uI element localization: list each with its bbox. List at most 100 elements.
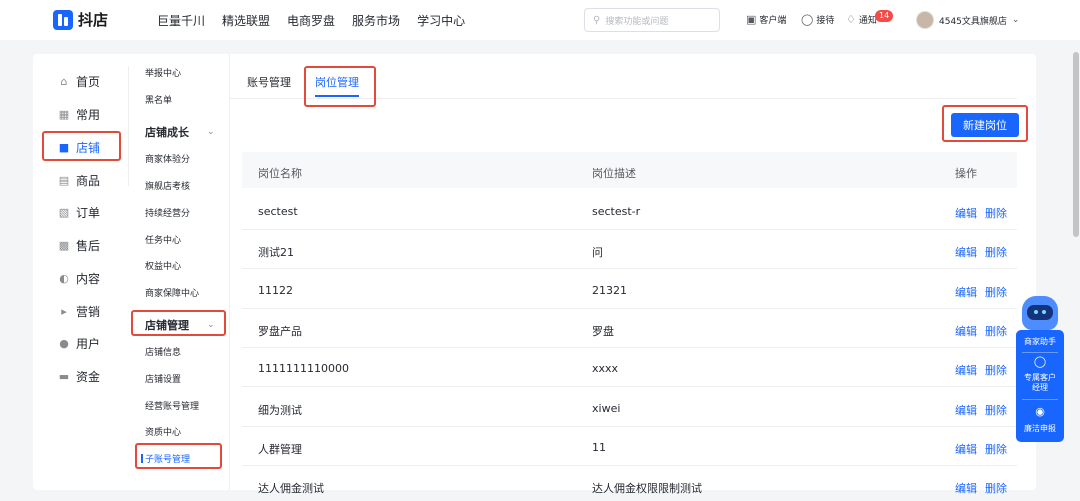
logo[interactable]: 抖店 <box>53 9 108 30</box>
edit-button[interactable]: 编辑 <box>955 323 977 339</box>
avatar <box>916 11 934 29</box>
nav2-item-sub-account[interactable]: 子账号管理 <box>140 452 190 465</box>
nav-item-home[interactable]: ⌂ 首页 <box>58 73 101 90</box>
nav-item-funds[interactable]: ▬ 资金 <box>58 368 100 385</box>
user-icon: ● <box>59 336 69 350</box>
assistant-panel: 商家助手 ◯ 专属客户 经理 ◉ 廉洁申报 <box>1016 330 1064 442</box>
cell-description: xxxx <box>592 362 619 375</box>
goods-icon: ▤ <box>58 173 70 187</box>
wallet-icon: ▬ <box>58 369 70 383</box>
top-nav-item-qianchuan[interactable]: 巨量千川 <box>157 12 205 29</box>
tab-account-management[interactable]: 账号管理 <box>247 74 291 90</box>
nav2-item-blacklist[interactable]: 黑名单 <box>145 93 172 106</box>
logo-text: 抖店 <box>78 11 109 29</box>
edit-button[interactable]: 编辑 <box>955 284 977 300</box>
delete-button[interactable]: 删除 <box>985 323 1007 339</box>
table-row <box>242 427 1017 466</box>
account-manager-line1[interactable]: 专属客户 <box>1016 373 1064 383</box>
edit-button[interactable]: 编辑 <box>955 362 977 378</box>
tab-bar: 账号管理 岗位管理 <box>247 74 359 97</box>
nav-item-marketing[interactable]: ▸ 营销 <box>58 303 100 320</box>
integrity-report-button[interactable]: 廉洁申报 <box>1016 424 1064 434</box>
nav2-group-store-management[interactable]: 店铺管理 ⌄ <box>145 317 215 333</box>
nav2-item-flagship-review[interactable]: 旗舰店考核 <box>145 179 190 192</box>
edit-button[interactable]: 编辑 <box>955 480 977 496</box>
nav-item-common[interactable]: ▦ 常用 <box>58 106 100 123</box>
top-nav-item-market[interactable]: 服务市场 <box>352 12 400 29</box>
nav2-group-label: 店铺成长 <box>145 126 189 139</box>
logo-icon <box>53 9 73 30</box>
nav-item-label: 商品 <box>76 174 101 188</box>
delete-button[interactable]: 删除 <box>985 244 1007 260</box>
nav-item-label: 用户 <box>76 337 101 351</box>
client-button[interactable]: ▣ 客户端 <box>746 13 786 26</box>
chevron-down-icon: ⌄ <box>207 320 215 330</box>
cell-name: 人群管理 <box>258 443 302 456</box>
account-manager-line2[interactable]: 经理 <box>1016 383 1064 393</box>
cell-description: 11 <box>592 441 606 454</box>
notice-button[interactable]: ♢ 通知 <box>846 13 877 26</box>
delete-button[interactable]: 删除 <box>985 441 1007 457</box>
cell-name: 1111111110000 <box>258 362 349 375</box>
cell-description: 达人佣金权限限制测试 <box>592 482 702 495</box>
cell-description: 问 <box>592 246 603 259</box>
nav-item-store[interactable]: ■ 店铺 <box>58 139 100 156</box>
nav-item-orders[interactable]: ▧ 订单 <box>58 204 100 221</box>
nav2-group-label: 店铺管理 <box>145 319 189 332</box>
scrollbar[interactable] <box>1073 52 1079 237</box>
cell-description: xiwei <box>592 402 621 415</box>
cell-name: 11122 <box>258 284 293 297</box>
tab-position-management[interactable]: 岗位管理 <box>315 74 359 97</box>
nav-item-label: 售后 <box>76 239 101 253</box>
top-nav-item-compass[interactable]: 电商罗盘 <box>287 12 335 29</box>
merchant-helper-button[interactable]: 商家助手 <box>1016 337 1064 347</box>
nav2-item-task-center[interactable]: 任务中心 <box>145 233 181 246</box>
nav2-item-benefits-center[interactable]: 权益中心 <box>145 259 181 272</box>
client-label: 客户端 <box>759 16 787 26</box>
top-nav-item-alliance[interactable]: 精选联盟 <box>222 12 270 29</box>
delete-button[interactable]: 删除 <box>985 205 1007 221</box>
nav-divider <box>128 66 129 186</box>
store-switcher[interactable]: 4545文具旗舰店 ⌄ <box>916 11 1019 29</box>
edit-button[interactable]: 编辑 <box>955 402 977 418</box>
delete-button[interactable]: 删除 <box>985 362 1007 378</box>
nav2-item-experience-score[interactable]: 商家体验分 <box>145 152 190 165</box>
nav-item-users[interactable]: ● 用户 <box>58 335 100 352</box>
nav2-item-qualification-center[interactable]: 资质中心 <box>145 425 181 438</box>
nav2-item-report-center[interactable]: 举报中心 <box>145 66 181 79</box>
edit-button[interactable]: 编辑 <box>955 441 977 457</box>
delete-button[interactable]: 删除 <box>985 402 1007 418</box>
nav2-item-account-management[interactable]: 经营账号管理 <box>145 399 199 412</box>
nav-item-label: 资金 <box>76 370 101 384</box>
edit-button[interactable]: 编辑 <box>955 205 977 221</box>
nav-item-label: 首页 <box>76 75 101 89</box>
headset-icon: ◯ <box>1033 355 1047 368</box>
nav-item-goods[interactable]: ▤ 商品 <box>58 172 100 189</box>
shield-icon: ◉ <box>1035 405 1045 418</box>
nav2-item-store-settings[interactable]: 店铺设置 <box>145 372 181 385</box>
nav2-item-guarantee-center[interactable]: 商家保障中心 <box>145 286 199 299</box>
cell-name: 细为测试 <box>258 404 302 417</box>
column-header-description: 岗位描述 <box>592 167 636 180</box>
nav2-group-growth[interactable]: 店铺成长 ⌄ <box>145 124 215 140</box>
robot-icon[interactable] <box>1022 296 1058 330</box>
reception-label: 接待 <box>816 16 835 26</box>
edit-button[interactable]: 编辑 <box>955 244 977 260</box>
nav-item-content[interactable]: ◐ 内容 <box>58 270 100 287</box>
nav2-item-operation-score[interactable]: 持续经营分 <box>145 206 190 219</box>
tab-divider <box>230 98 1017 99</box>
delete-button[interactable]: 删除 <box>985 284 1007 300</box>
nav-item-after-sale[interactable]: ▩ 售后 <box>58 237 100 254</box>
table-row <box>242 348 1017 387</box>
top-nav: 巨量千川 精选联盟 电商罗盘 服务市场 学习中心 <box>157 12 482 29</box>
new-position-button[interactable]: 新建岗位 <box>951 113 1019 137</box>
cell-description: 21321 <box>592 284 627 297</box>
delete-button[interactable]: 删除 <box>985 480 1007 496</box>
nav-item-label: 店铺 <box>76 141 101 155</box>
megaphone-icon: ▸ <box>61 304 67 318</box>
search-input[interactable]: ⚲ 搜索功能或问题 <box>584 8 720 32</box>
top-nav-item-learning[interactable]: 学习中心 <box>417 12 465 29</box>
headset-icon: ◯ <box>801 13 814 26</box>
nav2-item-store-info[interactable]: 店铺信息 <box>145 345 181 358</box>
reception-button[interactable]: ◯ 接待 <box>801 13 834 26</box>
